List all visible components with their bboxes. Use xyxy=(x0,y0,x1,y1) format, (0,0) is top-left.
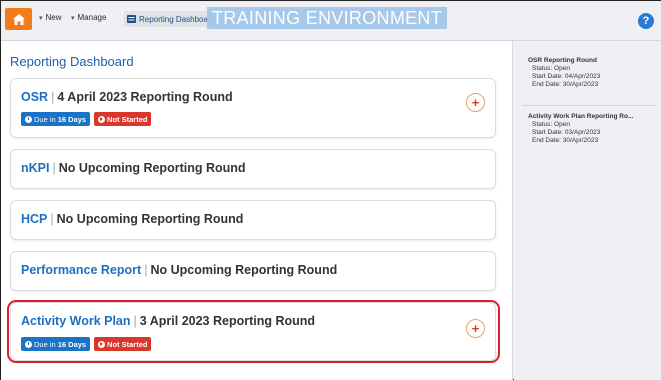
program-name[interactable]: nKPI xyxy=(21,161,49,175)
card-title: Performance Report | No Upcoming Reporting… xyxy=(21,263,337,277)
round-name: No Upcoming Reporting Round xyxy=(56,212,244,226)
plus-icon: + xyxy=(471,95,480,110)
round-start-date: Start Date: 03/Apr/2023 xyxy=(532,129,601,136)
page-title: Reporting Dashboard xyxy=(10,54,134,69)
card-title: nKPI | No Upcoming Reporting Round xyxy=(21,161,246,175)
clock-icon xyxy=(25,115,32,123)
highlight-outline xyxy=(7,300,500,363)
status-badge: Not Started xyxy=(94,112,152,126)
program-name[interactable]: HCP xyxy=(21,212,47,226)
caret-down-icon: ▾ xyxy=(39,14,43,22)
program-name[interactable]: OSR xyxy=(21,90,48,104)
title-separator: | xyxy=(52,161,56,175)
manage-menu-label: Manage xyxy=(77,13,107,22)
title-separator: | xyxy=(50,212,54,226)
round-status: Status: Open xyxy=(532,121,570,128)
play-icon xyxy=(98,115,106,123)
reporting-card-performance-report: Performance Report | No Upcoming Reporting… xyxy=(10,251,496,291)
reporting-card-osr: OSR | 4 April 2023 Reporting Round Due in … xyxy=(10,78,496,138)
round-name: No Upcoming Reporting Round xyxy=(58,161,246,175)
program-name[interactable]: Performance Report xyxy=(21,263,141,277)
manage-menu[interactable]: ▾ Manage xyxy=(71,13,106,22)
main-content: Reporting Dashboard OSR | 4 April 2023 Rep… xyxy=(1,41,513,380)
due-days: 16 Days xyxy=(57,114,87,124)
round-end-date: End Date: 30/Apr/2023 xyxy=(532,81,599,88)
sidebar-round-activity-work-plan[interactable]: Activity Work Plan Reporting Ro... Statu… xyxy=(528,113,633,145)
home-icon xyxy=(12,13,25,25)
status-text: Not Started xyxy=(107,114,148,124)
title-separator: | xyxy=(144,263,148,277)
card-badges: Due in 16 Days Not Started xyxy=(21,112,152,126)
reporting-card-hcp: HCP | No Upcoming Reporting Round xyxy=(10,200,496,240)
reporting-card-nkpi: nKPI | No Upcoming Reporting Round xyxy=(10,149,496,189)
round-title: Activity Work Plan Reporting Ro... xyxy=(528,113,634,120)
title-separator: | xyxy=(51,90,55,104)
round-name: 4 April 2023 Reporting Round xyxy=(57,90,233,104)
due-badge: Due in 16 Days xyxy=(21,112,91,126)
sidebar-round-osr[interactable]: OSR Reporting Round Status: Open Start D… xyxy=(528,57,600,89)
add-report-button[interactable]: + xyxy=(466,93,485,112)
card-title: HCP | No Upcoming Reporting Round xyxy=(21,212,243,226)
round-status: Status: Open xyxy=(532,65,570,72)
sidebar-divider xyxy=(522,105,657,106)
top-navigation-bar: ▾ New ▾ Manage Reporting Dashboard TRAIN… xyxy=(1,1,661,41)
help-button[interactable]: ? xyxy=(638,13,654,29)
round-title: OSR Reporting Round xyxy=(528,57,597,64)
round-start-date: Start Date: 04/Apr/2023 xyxy=(532,73,601,80)
round-end-date: End Date: 30/Apr/2023 xyxy=(532,137,599,144)
round-name: No Upcoming Reporting Round xyxy=(150,263,338,277)
new-menu[interactable]: ▾ New xyxy=(39,13,62,22)
reporting-rounds-sidebar: OSR Reporting Round Status: Open Start D… xyxy=(514,41,661,380)
card-title: OSR | 4 April 2023 Reporting Round xyxy=(21,90,233,104)
environment-banner: TRAINING ENVIRONMENT xyxy=(207,7,448,29)
due-text: Due in xyxy=(34,114,56,124)
caret-down-icon: ▾ xyxy=(71,14,75,22)
reporting-dashboard-tab[interactable]: Reporting Dashboard xyxy=(124,11,219,27)
home-button[interactable] xyxy=(5,8,32,30)
dashboard-icon xyxy=(127,15,136,23)
new-menu-label: New xyxy=(45,13,62,22)
reporting-dashboard-label: Reporting Dashboard xyxy=(139,14,216,24)
